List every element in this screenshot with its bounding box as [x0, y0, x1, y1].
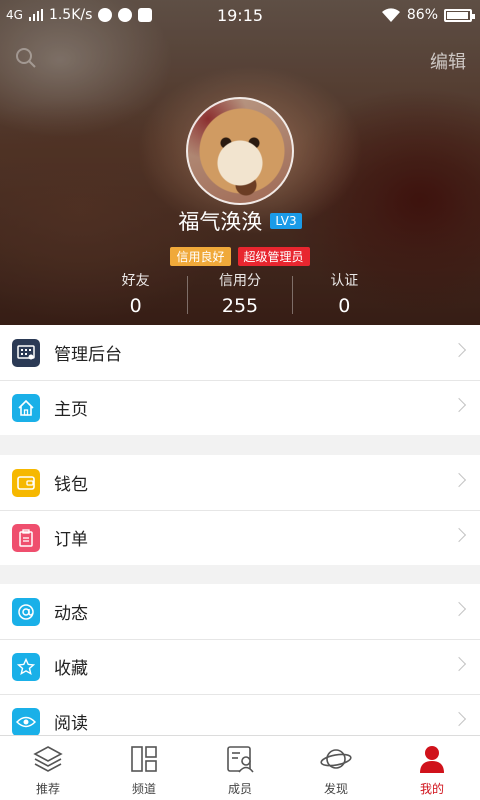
tab-channels[interactable]: 频道 — [96, 736, 192, 800]
grid-icon — [131, 746, 157, 772]
menu-label: 主页 — [54, 400, 88, 420]
tab-label: 推荐 — [35, 782, 60, 796]
stat-label: 信用分 — [218, 273, 261, 289]
at-sign-icon — [12, 597, 40, 626]
stat-value: 255 — [221, 295, 259, 317]
stat-verification[interactable]: 认证 0 — [293, 270, 396, 320]
search-icon[interactable] — [14, 46, 38, 70]
chevron-right-icon — [451, 711, 467, 727]
chevron-right-icon — [451, 472, 467, 488]
menu-label: 阅读 — [54, 714, 88, 734]
tab-label: 发现 — [323, 782, 348, 796]
stat-label: 好友 — [121, 273, 150, 289]
chevron-right-icon — [451, 527, 467, 543]
stat-label: 认证 — [330, 273, 359, 289]
user-name-row: 福气涣涣 LV3 — [0, 206, 480, 236]
level-badge: LV3 — [270, 213, 302, 229]
menu-item-wallet[interactable]: 钱包 — [0, 455, 480, 510]
tab-label: 我的 — [419, 782, 444, 796]
menu-item-feed[interactable]: 动态 — [0, 584, 480, 639]
menu-label: 动态 — [54, 604, 88, 624]
status-bar: 4G 1.5K/s 19:15 86% — [0, 0, 480, 30]
star-icon — [12, 652, 40, 681]
home-icon — [12, 393, 40, 422]
menu-item-admin[interactable]: 管理后台 — [0, 325, 480, 380]
profile-screen: 4G 1.5K/s 19:15 86% 编辑 福气涣涣 LV3 信用良好 超级管… — [0, 0, 480, 800]
stat-credit-score[interactable]: 信用分 255 — [188, 270, 291, 320]
tab-label: 频道 — [131, 782, 156, 796]
chevron-right-icon — [451, 656, 467, 672]
tab-profile[interactable]: 我的 — [384, 736, 480, 800]
contact-card-icon — [227, 746, 254, 773]
stat-friends[interactable]: 好友 0 — [84, 270, 187, 320]
bottom-tab-bar: 推荐 频道 成员 发现 我的 — [0, 735, 480, 800]
user-badges: 信用良好 超级管理员 — [0, 247, 480, 266]
wifi-icon — [381, 8, 400, 22]
menu-label: 钱包 — [54, 475, 88, 495]
menu-item-reading[interactable]: 阅读 — [0, 694, 480, 735]
menu-group-management: 管理后台 主页 — [0, 325, 480, 435]
top-bar: 编辑 — [0, 40, 480, 80]
tab-discover[interactable]: 发现 — [288, 736, 384, 800]
username: 福气涣涣 — [178, 210, 263, 234]
admin-dashboard-icon — [12, 338, 40, 367]
wallet-icon — [12, 468, 40, 497]
person-icon — [420, 746, 444, 773]
menu-item-favorites[interactable]: 收藏 — [0, 639, 480, 694]
chevron-right-icon — [451, 342, 467, 358]
stats-row: 好友 0 信用分 255 认证 0 — [84, 270, 396, 320]
chevron-right-icon — [451, 601, 467, 617]
stat-value: 0 — [338, 295, 351, 317]
chevron-right-icon — [451, 397, 467, 413]
credit-badge: 信用良好 — [170, 247, 231, 266]
menu-group-finance: 钱包 订单 — [0, 455, 480, 565]
stat-value: 0 — [129, 295, 142, 317]
menu-item-home[interactable]: 主页 — [0, 380, 480, 435]
menu-group-activity: 动态 收藏 阅读 — [0, 584, 480, 735]
menu-item-orders[interactable]: 订单 — [0, 510, 480, 565]
planet-icon — [320, 749, 352, 769]
menu-label: 收藏 — [54, 659, 88, 679]
tab-label: 成员 — [227, 782, 252, 796]
edit-button[interactable]: 编辑 — [430, 48, 466, 74]
eye-icon — [12, 707, 40, 735]
menu-label: 订单 — [54, 530, 88, 550]
battery-percent: 86% — [406, 7, 438, 23]
tab-members[interactable]: 成员 — [192, 736, 288, 800]
avatar[interactable] — [186, 97, 294, 205]
tab-recommend[interactable]: 推荐 — [0, 736, 96, 800]
clipboard-icon — [12, 523, 40, 552]
admin-badge: 超级管理员 — [237, 247, 310, 266]
battery-icon — [444, 8, 475, 22]
layers-icon — [33, 746, 63, 772]
menu-label: 管理后台 — [54, 345, 122, 365]
